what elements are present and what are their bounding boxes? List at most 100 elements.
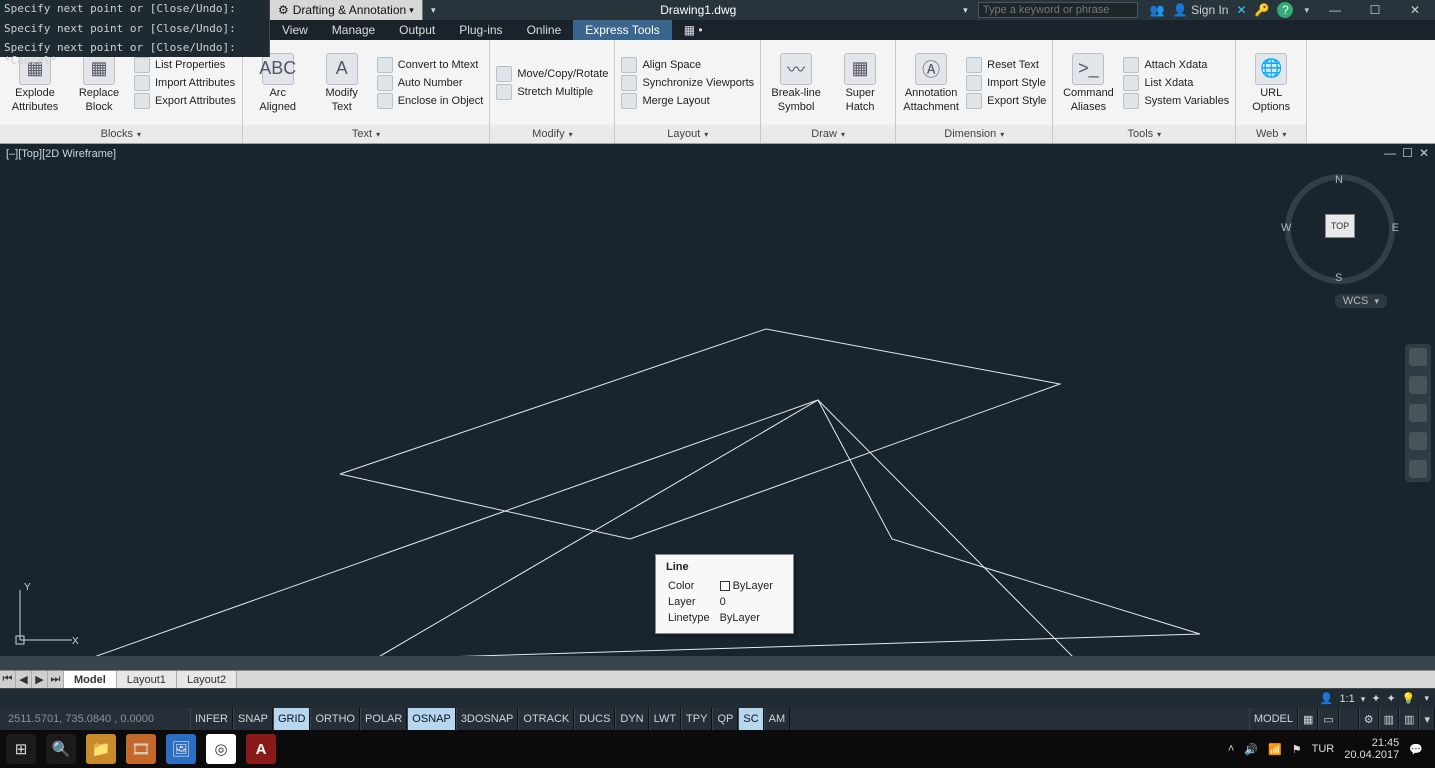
ribbon-panel-title[interactable]: Tools ▾ (1053, 125, 1235, 143)
view-cube[interactable]: TOP N E S W (1285, 174, 1395, 284)
anno-icon-1[interactable]: ✦ (1371, 692, 1380, 705)
status-toggle-3dosnap[interactable]: 3DOSNAP (456, 708, 519, 730)
ribbon-panel-title[interactable]: Web ▾ (1236, 125, 1306, 143)
status-toggle-infer[interactable]: INFER (190, 708, 233, 730)
ribbon-url-button[interactable]: 🌐URLOptions (1242, 53, 1300, 113)
ribbon-panel-title[interactable]: Draw ▾ (761, 125, 895, 143)
menu-tab-output[interactable]: Output (387, 20, 447, 40)
title-dd[interactable]: ▾ (956, 0, 972, 20)
taskbar-explorer[interactable]: 📁 (86, 734, 116, 764)
status-toggle-otrack[interactable]: OTRACK (518, 708, 574, 730)
ribbon-arc-button[interactable]: ABCArcAligned (249, 53, 307, 113)
annotation-scale[interactable]: 1:1 ▾ (1339, 693, 1365, 705)
anno-icon-2[interactable]: ✦ (1387, 692, 1396, 705)
status-toggle-ortho[interactable]: ORTHO (310, 708, 360, 730)
layout-tab-model[interactable]: Model (64, 671, 117, 688)
tray-up-icon[interactable]: ˄ (1228, 743, 1234, 755)
ribbon-import-attributes-button[interactable]: Import Attributes (134, 75, 236, 91)
ribbon-synchronize-viewports-button[interactable]: Synchronize Viewports (621, 75, 754, 91)
ribbon-replace-button[interactable]: ▦ReplaceBlock (70, 53, 128, 113)
ribbon-panel-title[interactable]: Layout ▾ (615, 125, 760, 143)
navigation-bar[interactable] (1405, 344, 1431, 482)
ribbon-stretch-multiple-button[interactable]: Stretch Multiple (496, 84, 608, 100)
status-icon-1[interactable]: ▦ (1298, 708, 1318, 730)
tray-network-icon[interactable]: 📶 (1268, 743, 1282, 756)
ribbon-move-copy-rotate-button[interactable]: Move/Copy/Rotate (496, 66, 608, 82)
viewcube-s[interactable]: S (1335, 272, 1342, 284)
menu-tab-extra[interactable]: ▦ • (672, 20, 715, 40)
minimize-button[interactable]: — (1315, 0, 1355, 20)
viewcube-n[interactable]: N (1335, 174, 1343, 186)
status-toggle-sc[interactable]: SC (738, 708, 763, 730)
tray-language[interactable]: TUR (1312, 743, 1335, 755)
ribbon-list-properties-button[interactable]: List Properties (134, 57, 236, 73)
ribbon-break-line-button[interactable]: 〰Break-lineSymbol (767, 53, 825, 113)
status-toggle-am[interactable]: AM (764, 708, 791, 730)
wcs-label[interactable]: WCS ▾ (1335, 294, 1387, 308)
status-toggle-osnap[interactable]: OSNAP (407, 708, 456, 730)
status-tray-dd[interactable]: ▾ (1419, 708, 1435, 730)
ribbon-merge-layout-button[interactable]: Merge Layout (621, 93, 754, 109)
ribbon-enclose-in-object-button[interactable]: Enclose in Object (377, 93, 484, 109)
ribbon-auto-number-button[interactable]: Auto Number (377, 75, 484, 91)
ribbon-align-space-button[interactable]: Align Space (621, 57, 754, 73)
ribbon-attach-xdata-button[interactable]: Attach Xdata (1123, 57, 1229, 73)
ribbon-reset-text-button[interactable]: Reset Text (966, 57, 1046, 73)
start-button[interactable]: ⊞ (6, 734, 36, 764)
ribbon-panel-title[interactable]: Text ▾ (243, 125, 490, 143)
ribbon-convert-to-mtext-button[interactable]: Convert to Mtext (377, 57, 484, 73)
status-toggle-snap[interactable]: SNAP (233, 708, 273, 730)
menu-tab-manage[interactable]: Manage (320, 20, 387, 40)
menu-tab-view[interactable]: View (270, 20, 320, 40)
anno-dd[interactable]: ▾ (1421, 693, 1429, 704)
status-icon-3[interactable]: ▥ (1379, 708, 1399, 730)
help-dd[interactable]: ▾ (1301, 5, 1309, 16)
ribbon-modify-button[interactable]: AModifyText (313, 53, 371, 113)
taskbar-search[interactable]: 🔍 (46, 734, 76, 764)
help-icon[interactable]: ? (1277, 2, 1293, 18)
nav-zoom-icon[interactable] (1409, 404, 1427, 422)
ribbon-panel-title[interactable]: Dimension ▾ (896, 125, 1052, 143)
status-icon-2[interactable]: ▭ (1318, 708, 1338, 730)
maximize-button[interactable]: ☐ (1355, 0, 1395, 20)
status-toggle-dyn[interactable]: DYN (615, 708, 648, 730)
people-icon[interactable]: 👥 (1150, 3, 1165, 17)
status-toggle-lwt[interactable]: LWT (649, 708, 681, 730)
search-input[interactable] (978, 2, 1138, 18)
status-icon-4[interactable]: ▥ (1399, 708, 1419, 730)
tray-notifications-icon[interactable]: 💬 (1409, 743, 1423, 756)
ribbon-export-attributes-button[interactable]: Export Attributes (134, 93, 236, 109)
nav-orbit-icon[interactable] (1409, 432, 1427, 450)
nav-pan-icon[interactable] (1409, 376, 1427, 394)
taskbar-autocad[interactable]: A (246, 734, 276, 764)
ribbon-panel-title[interactable]: Blocks ▾ (0, 125, 242, 143)
status-toggle-polar[interactable]: POLAR (360, 708, 407, 730)
taskbar-photos[interactable]: 🖼 (166, 734, 196, 764)
status-toggle-tpy[interactable]: TPY (681, 708, 712, 730)
qat-dropdown[interactable]: ▾ (423, 0, 441, 20)
ribbon-panel-title[interactable]: Modify ▾ (490, 125, 614, 143)
exchange-icon[interactable]: ✕ (1236, 3, 1246, 17)
status-toggle-qp[interactable]: QP (712, 708, 738, 730)
viewcube-e[interactable]: E (1392, 222, 1399, 234)
anno-people-icon[interactable]: 👤 (1320, 692, 1334, 705)
layout-tab-layout2[interactable]: Layout2 (177, 671, 237, 688)
taskbar-chrome[interactable]: ◎ (206, 734, 236, 764)
close-button[interactable]: ✕ (1395, 0, 1435, 20)
model-space-button[interactable]: MODEL (1249, 708, 1298, 730)
ribbon-command-button[interactable]: >_CommandAliases (1059, 53, 1117, 113)
menu-tab-plug-ins[interactable]: Plug-ins (447, 20, 514, 40)
tray-action-icon[interactable]: ⚑ (1292, 743, 1302, 756)
tab-nav-next[interactable]: ▶ (32, 671, 48, 688)
status-toggle-ducs[interactable]: DUCS (574, 708, 615, 730)
viewcube-face[interactable]: TOP (1325, 214, 1355, 238)
ribbon-super-button[interactable]: ▦SuperHatch (831, 53, 889, 113)
ribbon-system-variables-button[interactable]: System Variables (1123, 93, 1229, 109)
status-icon-gear[interactable]: ⚙ (1359, 708, 1379, 730)
nav-wheel-icon[interactable] (1409, 348, 1427, 366)
viewcube-w[interactable]: W (1281, 222, 1291, 234)
menu-tab-express-tools[interactable]: Express Tools (573, 20, 671, 40)
tray-volume-icon[interactable]: 🔊 (1244, 743, 1258, 756)
tab-nav-first[interactable]: ⏮ (0, 671, 16, 688)
status-toggle-grid[interactable]: GRID (273, 708, 311, 730)
